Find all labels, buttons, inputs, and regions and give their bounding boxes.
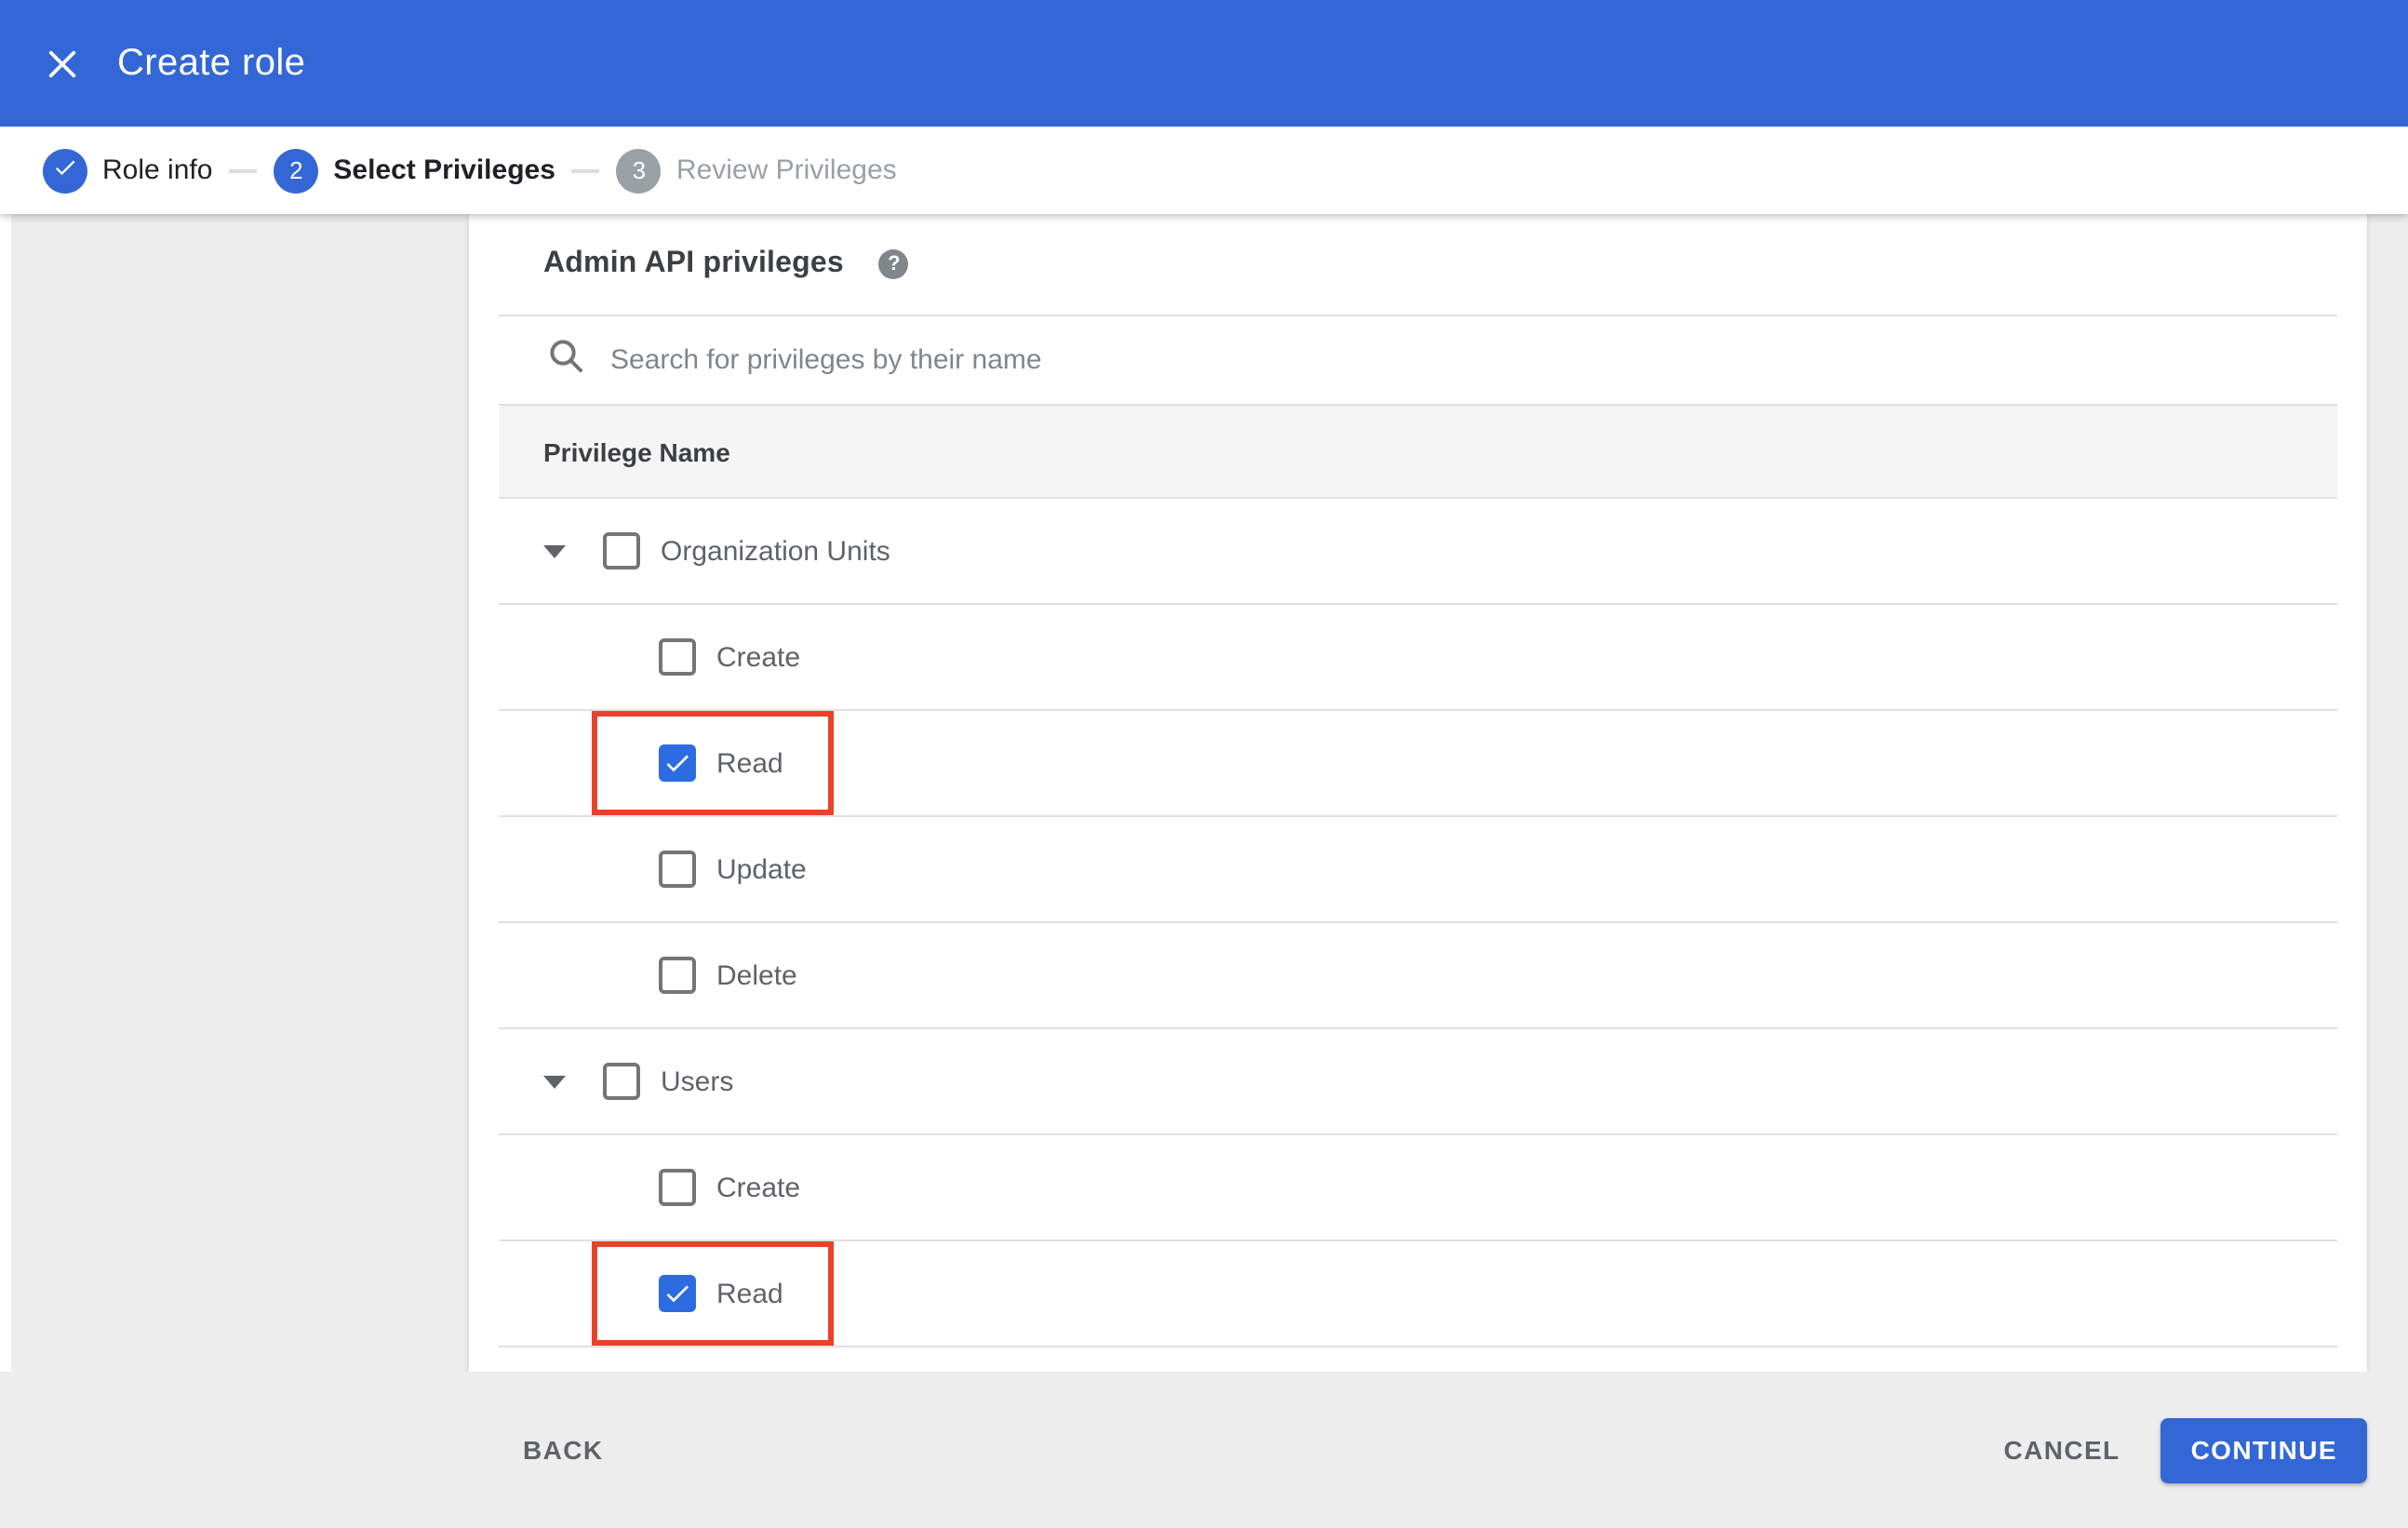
privilege-row: Read <box>499 711 2337 817</box>
search-icon <box>547 337 584 383</box>
step-circle-active: 2 <box>274 148 319 193</box>
privilege-checkbox[interactable] <box>659 744 696 782</box>
privilege-checkbox[interactable] <box>659 1169 696 1206</box>
privilege-checkbox[interactable] <box>659 851 696 888</box>
left-backdrop <box>11 214 469 1372</box>
privilege-group-row: Organization Units <box>499 499 2337 605</box>
continue-button[interactable]: CONTINUE <box>2161 1417 2367 1482</box>
collapse-arrow-icon[interactable] <box>543 544 566 557</box>
privilege-row: Create <box>499 605 2337 711</box>
privileges-card: Admin API privileges ? Privilege Name Or… <box>469 214 2367 1372</box>
privilege-checkbox[interactable] <box>659 957 696 994</box>
privilege-table: Privilege Name Organization Units Create R… <box>499 315 2337 1347</box>
step-circle-upcoming: 3 <box>616 148 662 193</box>
step-role-info[interactable]: Role info <box>43 148 212 193</box>
search-row <box>499 315 2337 404</box>
dialog-title: Create role <box>117 42 306 83</box>
privilege-label: Create <box>716 641 801 673</box>
stepper: Role info 2 Select Privileges 3 Review P… <box>0 127 2408 214</box>
right-backdrop <box>2367 214 2408 1372</box>
step-label: Role info <box>102 154 213 186</box>
close-icon <box>46 47 77 79</box>
privilege-row: Update <box>499 817 2337 923</box>
help-icon[interactable]: ? <box>878 249 909 279</box>
back-button[interactable]: BACK <box>523 1435 604 1465</box>
privilege-label: Delete <box>716 959 797 991</box>
table-header: Privilege Name <box>499 404 2337 499</box>
group-checkbox[interactable] <box>603 532 640 570</box>
search-input[interactable] <box>607 342 2337 378</box>
privilege-label: Create <box>716 1172 801 1203</box>
privilege-label: Read <box>716 1278 783 1309</box>
collapse-arrow-icon[interactable] <box>543 1075 566 1088</box>
annotation-highlight-box <box>592 711 834 815</box>
check-icon <box>52 154 78 186</box>
step-label: Select Privileges <box>333 154 555 186</box>
section-title: Admin API privileges <box>543 248 844 279</box>
privilege-group-row: Users <box>499 1029 2337 1135</box>
privilege-group-label: Organization Units <box>661 535 890 567</box>
privilege-table-body: Organization Units Create Read Update Delete… <box>499 499 2337 1347</box>
card-title-row: Admin API privileges ? <box>469 214 2367 315</box>
annotation-highlight-box <box>592 1241 834 1346</box>
app-bar: Create role <box>0 0 2408 127</box>
privilege-label: Read <box>716 747 783 779</box>
privilege-checkbox[interactable] <box>659 1275 696 1312</box>
cancel-button[interactable]: CANCEL <box>2004 1435 2120 1465</box>
footer-bar: BACK CANCEL CONTINUE <box>0 1372 2408 1528</box>
step-circle-done <box>43 148 87 193</box>
step-label: Review Privileges <box>676 154 897 186</box>
step-connector <box>571 168 600 172</box>
privilege-row: Read <box>499 1241 2337 1347</box>
privilege-label: Update <box>716 853 807 885</box>
privilege-row: Create <box>499 1135 2337 1241</box>
step-review-privileges[interactable]: 3 Review Privileges <box>616 148 897 193</box>
step-select-privileges[interactable]: 2 Select Privileges <box>274 148 555 193</box>
group-checkbox[interactable] <box>603 1063 640 1100</box>
step-connector <box>229 168 258 172</box>
create-role-dialog: Create role Role info 2 Select Privilege… <box>0 0 2408 1528</box>
privilege-checkbox[interactable] <box>659 638 696 676</box>
privilege-group-label: Users <box>661 1066 734 1097</box>
privilege-row: Delete <box>499 923 2337 1029</box>
close-button[interactable] <box>45 47 78 80</box>
